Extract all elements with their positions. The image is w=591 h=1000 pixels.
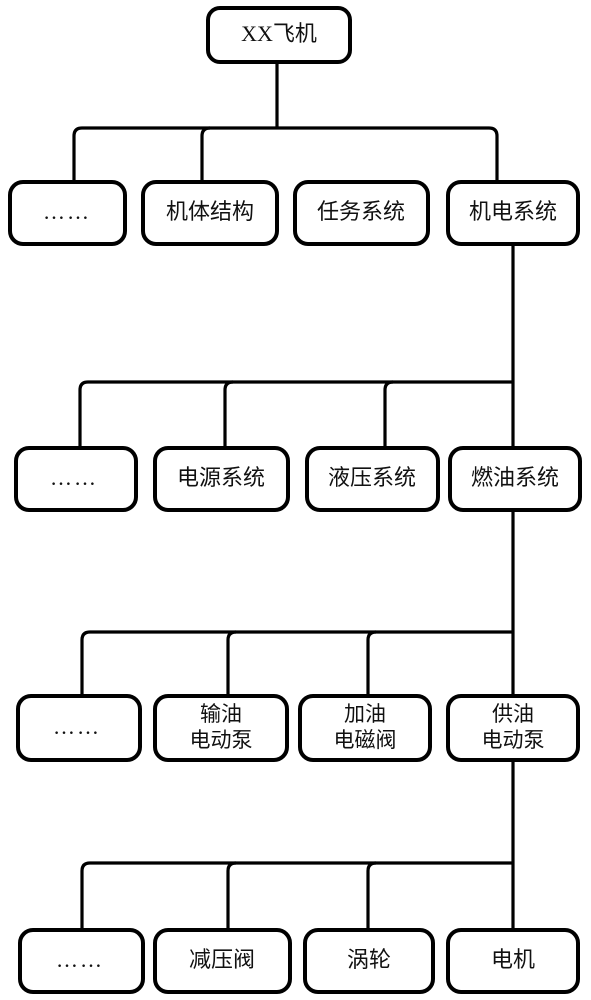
node-l4-ellipsis[interactable]: …… <box>18 928 145 994</box>
node-l2-fuel[interactable]: 燃油系统 <box>448 446 582 512</box>
node-l2-fuel-label: 燃油系统 <box>471 465 559 490</box>
node-l3-supply-pump-label-line1: 供油 <box>492 702 534 726</box>
node-l4-ellipsis-label: …… <box>56 947 104 972</box>
node-l3-ellipsis[interactable]: …… <box>16 694 142 762</box>
node-l3-transfer-pump[interactable]: 输油 电动泵 <box>153 694 289 762</box>
node-aircraft[interactable]: XX飞机 <box>206 6 352 64</box>
node-l4-motor[interactable]: 电机 <box>446 928 580 994</box>
node-aircraft-label: XX飞机 <box>241 21 317 46</box>
node-l1-electromech[interactable]: 机电系统 <box>446 180 580 246</box>
level-3-components: …… 输油 电动泵 加油 电磁阀 供油 电动泵 <box>16 694 580 762</box>
connector-drop-level-4-relief-valve <box>226 861 237 930</box>
node-l1-airframe[interactable]: 机体结构 <box>141 180 279 246</box>
node-l1-mission-label: 任务系统 <box>317 199 405 224</box>
node-l2-hydraulic[interactable]: 液压系统 <box>305 446 440 512</box>
connector-bus-level-2 <box>78 380 513 448</box>
node-l4-turbine-label: 涡轮 <box>347 947 391 972</box>
node-l2-hydraulic-label: 液压系统 <box>328 465 416 490</box>
node-l2-power[interactable]: 电源系统 <box>153 446 290 512</box>
connector-bus-level-1 <box>72 126 499 182</box>
connector-bus-level-4 <box>80 861 513 930</box>
node-l1-mission[interactable]: 任务系统 <box>293 180 430 246</box>
node-l1-airframe-label: 机体结构 <box>166 199 254 224</box>
node-l3-supply-pump-label-line2: 电动泵 <box>482 728 545 752</box>
level-2-subsystems: …… 电源系统 液压系统 燃油系统 <box>14 446 582 512</box>
node-l3-refuel-valve-label-line2: 电磁阀 <box>334 728 397 752</box>
level-1-systems: …… 机体结构 任务系统 机电系统 <box>8 180 580 246</box>
connector-drop-level-1-airframe <box>200 126 211 182</box>
diagram-canvas: XX飞机 …… 机体结构 任务系统 机电系统 …… 电源系统 液压系统 燃油系统… <box>8 6 582 994</box>
node-l3-refuel-valve-label-line1: 加油 <box>344 702 386 726</box>
node-l1-ellipsis-label: …… <box>43 199 91 224</box>
node-l1-electromech-label: 机电系统 <box>469 199 557 224</box>
connector-drop-level-3-refuel-valve <box>366 630 377 696</box>
node-l4-relief-valve[interactable]: 减压阀 <box>153 928 292 994</box>
node-l3-transfer-pump-label-line1: 输油 <box>200 702 242 726</box>
connector-bus-level-3 <box>80 630 513 696</box>
node-l1-ellipsis[interactable]: …… <box>8 180 127 246</box>
diagram-root: XX飞机 …… 机体结构 任务系统 机电系统 …… 电源系统 液压系统 燃油系统… <box>0 0 591 1000</box>
node-l3-ellipsis-label: …… <box>53 714 101 739</box>
node-l4-motor-label: 电机 <box>491 947 535 972</box>
connector-drop-level-3-transfer-pump <box>226 630 237 696</box>
node-l3-supply-pump[interactable]: 供油 电动泵 <box>446 694 580 762</box>
node-l3-refuel-valve[interactable]: 加油 电磁阀 <box>298 694 432 762</box>
node-l2-ellipsis-label: …… <box>50 465 98 490</box>
node-l3-transfer-pump-label-line2: 电动泵 <box>190 728 253 752</box>
node-l2-power-label: 电源系统 <box>177 465 265 490</box>
connector-drop-level-2-hydraulic <box>383 380 394 448</box>
node-l4-turbine[interactable]: 涡轮 <box>303 928 435 994</box>
connector-drop-level-2-power <box>223 380 234 448</box>
node-l4-relief-valve-label: 减压阀 <box>189 947 255 972</box>
connector-drop-level-4-turbine <box>366 861 377 930</box>
node-l2-ellipsis[interactable]: …… <box>14 446 138 512</box>
level-4-parts: …… 减压阀 涡轮 电机 <box>18 928 580 994</box>
